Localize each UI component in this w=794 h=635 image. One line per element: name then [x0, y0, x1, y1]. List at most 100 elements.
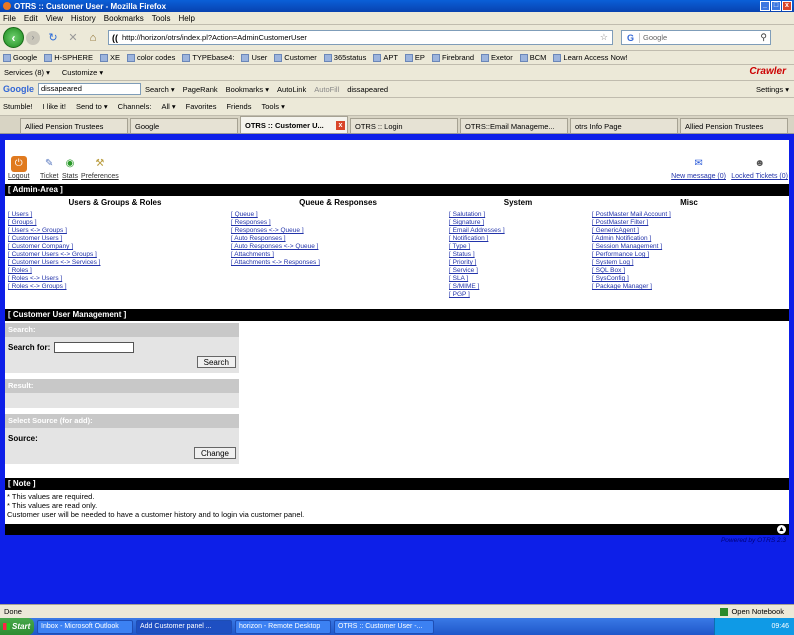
- tab-otrs-login[interactable]: OTRS :: Login: [350, 118, 458, 133]
- admin-link[interactable]: [ Priority ]: [449, 259, 588, 267]
- google-bookmarks-button[interactable]: Bookmarks ▾: [226, 85, 269, 94]
- admin-link[interactable]: [ Notification ]: [449, 235, 588, 243]
- admin-link[interactable]: [ Service ]: [449, 267, 588, 275]
- bookmark-item[interactable]: XE: [99, 53, 120, 62]
- home-icon[interactable]: ⌂: [86, 31, 100, 45]
- search-button[interactable]: Search: [196, 356, 236, 368]
- admin-link[interactable]: [ Customer Users <-> Services ]: [8, 259, 223, 267]
- admin-link[interactable]: [ PostMaster Mail Account ]: [592, 211, 787, 219]
- forward-button[interactable]: ›: [26, 30, 40, 45]
- admin-link[interactable]: [ Roles <-> Users ]: [8, 275, 223, 283]
- admin-link[interactable]: [ Performance Log ]: [592, 251, 787, 259]
- admin-link[interactable]: [ SysConfig ]: [592, 275, 787, 283]
- admin-link[interactable]: [ PGP ]: [449, 291, 588, 299]
- admin-link[interactable]: [ Roles <-> Groups ]: [8, 283, 223, 291]
- new-message-link[interactable]: ✉ New message (0): [671, 156, 726, 180]
- admin-link[interactable]: [ Email Addresses ]: [449, 227, 588, 235]
- menu-edit[interactable]: Edit: [24, 14, 38, 23]
- bookmark-item[interactable]: TYPEbase4:: [182, 53, 234, 62]
- locked-tickets-link[interactable]: ☻ Locked Tickets (0): [731, 156, 788, 180]
- tab-otrs-email[interactable]: OTRS::Email Manageme...: [460, 118, 568, 133]
- taskbar-item[interactable]: Inbox - Microsoft Outlook: [37, 619, 133, 634]
- menu-tools[interactable]: Tools: [152, 14, 171, 23]
- logout-link[interactable]: ⏻ Logout: [8, 156, 29, 180]
- admin-link[interactable]: [ Queue ]: [231, 211, 446, 219]
- change-button[interactable]: Change: [193, 447, 236, 459]
- admin-link[interactable]: [ Users ]: [8, 211, 223, 219]
- bookmark-item[interactable]: Customer: [274, 53, 317, 62]
- admin-link[interactable]: [ Customer Users ]: [8, 235, 223, 243]
- maximize-button[interactable]: □: [771, 1, 781, 11]
- menu-help[interactable]: Help: [178, 14, 194, 23]
- admin-link[interactable]: [ Auto Responses <-> Queue ]: [231, 243, 446, 251]
- admin-link[interactable]: [ Signature ]: [449, 219, 588, 227]
- tab-otrs-info[interactable]: otrs Info Page: [570, 118, 678, 133]
- autolink-button[interactable]: AutoLink: [277, 85, 306, 94]
- stop-icon[interactable]: ✕: [66, 31, 80, 45]
- taskbar-item[interactable]: OTRS :: Customer User -...: [334, 619, 434, 634]
- reload-icon[interactable]: ↻: [46, 31, 60, 45]
- bookmark-item[interactable]: H-SPHERE: [44, 53, 93, 62]
- url-bar[interactable]: (( http://horizon/otrs/index.pl?Action=A…: [108, 30, 613, 45]
- favorites-button[interactable]: Favorites: [186, 102, 217, 111]
- google-search-button[interactable]: Search ▾: [145, 85, 175, 94]
- bookmark-item[interactable]: 365status: [323, 53, 366, 62]
- tab-otrs-customer-user[interactable]: OTRS :: Customer U... x: [240, 116, 348, 133]
- send-to-button[interactable]: Send to ▾: [76, 102, 108, 111]
- admin-link[interactable]: [ System Log ]: [592, 259, 787, 267]
- admin-link[interactable]: [ Status ]: [449, 251, 588, 259]
- services-menu[interactable]: Services (8) ▾: [4, 68, 50, 77]
- admin-link[interactable]: [ Session Management ]: [592, 243, 787, 251]
- close-tab-icon[interactable]: x: [336, 120, 345, 130]
- autofill-button[interactable]: AutoFill: [314, 85, 339, 94]
- admin-link[interactable]: [ S/MIME ]: [449, 283, 588, 291]
- admin-link[interactable]: [ Attachments ]: [231, 251, 446, 259]
- admin-link[interactable]: [ Admin Notification ]: [592, 235, 787, 243]
- google-search-input[interactable]: dissapeared: [38, 83, 141, 95]
- admin-link[interactable]: [ Responses <-> Queue ]: [231, 227, 446, 235]
- bookmark-item[interactable]: Firebrand: [431, 53, 474, 62]
- bookmark-item[interactable]: Exetor: [481, 53, 513, 62]
- bookmark-item[interactable]: APT: [373, 53, 398, 62]
- admin-link[interactable]: [ Customer Users <-> Groups ]: [8, 251, 223, 259]
- admin-link[interactable]: [ SQL Box ]: [592, 267, 787, 275]
- taskbar-item[interactable]: horizon - Remote Desktop: [235, 619, 331, 634]
- friends-button[interactable]: Friends: [226, 102, 251, 111]
- admin-link[interactable]: [ PostMaster Filter ]: [592, 219, 787, 227]
- open-notebook-button[interactable]: Open Notebook: [720, 607, 784, 616]
- all-button[interactable]: All ▾: [161, 102, 175, 111]
- admin-link[interactable]: [ GenericAgent ]: [592, 227, 787, 235]
- search-input[interactable]: G Google ⚲: [621, 30, 771, 45]
- back-button[interactable]: ‹: [3, 27, 24, 48]
- stats-link[interactable]: ◉ Stats: [62, 156, 78, 180]
- customize-menu[interactable]: Customize ▾: [62, 68, 103, 77]
- admin-link[interactable]: [ Type ]: [449, 243, 588, 251]
- admin-link[interactable]: [ Salutation ]: [449, 211, 588, 219]
- search-input[interactable]: [54, 341, 135, 353]
- preferences-link[interactable]: ⚒ Preferences: [81, 156, 119, 180]
- admin-link[interactable]: [ Users <-> Groups ]: [8, 227, 223, 235]
- minimize-button[interactable]: _: [760, 1, 770, 11]
- bookmark-item[interactable]: color codes: [126, 53, 175, 62]
- scroll-top-icon[interactable]: ▲: [777, 525, 786, 534]
- bookmark-item[interactable]: Google: [3, 53, 37, 62]
- bookmark-item[interactable]: User: [241, 53, 267, 62]
- admin-link[interactable]: [ SLA ]: [449, 275, 588, 283]
- admin-link[interactable]: [ Roles ]: [8, 267, 223, 275]
- menu-file[interactable]: File: [3, 14, 16, 23]
- menu-bookmarks[interactable]: Bookmarks: [104, 14, 144, 23]
- admin-link[interactable]: [ Attachments <-> Responses ]: [231, 259, 446, 267]
- admin-link[interactable]: [ Customer Company ]: [8, 243, 223, 251]
- ticket-link[interactable]: ✎ Ticket: [40, 156, 58, 180]
- bookmark-star-icon[interactable]: ☆: [600, 32, 608, 43]
- highlight-word-button[interactable]: dissapeared: [347, 85, 388, 94]
- admin-link[interactable]: [ Auto Responses ]: [231, 235, 446, 243]
- admin-link[interactable]: [ Groups ]: [8, 219, 223, 227]
- tab-allied-pension[interactable]: Allied Pension Trustees: [20, 118, 128, 133]
- start-button[interactable]: Start: [0, 618, 34, 635]
- menu-view[interactable]: View: [46, 14, 63, 23]
- menu-history[interactable]: History: [71, 14, 96, 23]
- bookmark-item[interactable]: Learn Access Now!: [553, 53, 628, 62]
- google-engine-icon[interactable]: G: [622, 32, 640, 43]
- bookmark-item[interactable]: BCM: [519, 53, 546, 62]
